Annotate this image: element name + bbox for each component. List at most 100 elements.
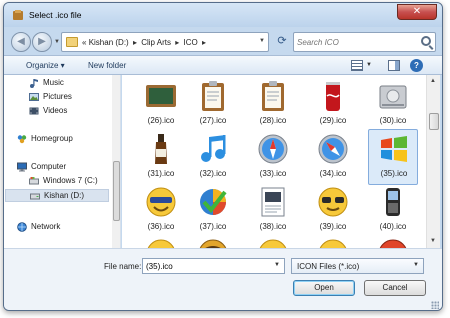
- forward-arrow-icon: ▶: [38, 36, 46, 47]
- app-icon: [13, 10, 23, 20]
- resize-grip-icon[interactable]: [431, 301, 439, 309]
- file-item[interactable]: [368, 235, 418, 248]
- help-icon[interactable]: ?: [410, 59, 423, 72]
- change-view-icon[interactable]: [351, 60, 363, 71]
- smiley-icon: [199, 239, 227, 248]
- filename-combobox[interactable]: ▼: [142, 258, 285, 274]
- chalkboard-icon: [146, 85, 176, 107]
- computer-icon: [17, 162, 27, 172]
- sidebar-item-label: Pictures: [43, 92, 72, 101]
- recent-pages-dropdown-icon[interactable]: ▼: [54, 39, 60, 45]
- file-item[interactable]: (34).ico: [308, 130, 358, 186]
- music-icon: [30, 79, 38, 88]
- file-item[interactable]: (28).ico: [248, 77, 298, 133]
- file-item[interactable]: (38).ico: [248, 183, 298, 239]
- search-icon[interactable]: [421, 36, 431, 46]
- drive-c-icon: [29, 177, 39, 185]
- sad-smiley-icon: [147, 239, 175, 248]
- breadcrumb-separator-icon[interactable]: ▸: [202, 38, 206, 47]
- organize-button[interactable]: Organize ▾: [26, 61, 65, 70]
- sad-smiley-icon: [259, 239, 287, 248]
- preview-pane-icon[interactable]: [388, 60, 400, 71]
- file-dialog-window: Select .ico file ✕ ◀ ▶ ▼ « Kishan (D:) ▸…: [3, 2, 443, 311]
- cancel-button[interactable]: Cancel: [364, 280, 426, 296]
- file-item[interactable]: [188, 235, 238, 248]
- search-box[interactable]: [293, 32, 436, 52]
- filetype-select[interactable]: ICON Files (*.ico) ▼: [291, 258, 424, 274]
- sidebar-item-label: Homegroup: [31, 134, 73, 143]
- file-list-scrollbar[interactable]: ▲ ▼: [426, 75, 440, 248]
- file-item[interactable]: (30).ico: [368, 77, 418, 133]
- filename-dropdown-icon[interactable]: ▼: [274, 262, 280, 268]
- file-item[interactable]: (39).ico: [308, 183, 358, 239]
- breadcrumb: « Kishan (D:) ▸ Clip Arts ▸ ICO ▸: [82, 38, 208, 47]
- sidebar-scroll-thumb[interactable]: [113, 161, 120, 221]
- file-item-selected[interactable]: (35).ico: [368, 129, 418, 185]
- view-dropdown-icon[interactable]: ▼: [366, 62, 372, 68]
- sidebar-item-pictures[interactable]: Pictures: [4, 91, 114, 104]
- file-list-scroll-thumb[interactable]: [429, 113, 439, 130]
- close-button[interactable]: ✕: [397, 4, 437, 20]
- back-button[interactable]: ◀: [11, 32, 31, 52]
- filetype-value: ICON Files (*.ico): [297, 262, 360, 271]
- sidebar-item-computer[interactable]: Computer: [4, 161, 114, 174]
- sidebar-item-homegroup[interactable]: Homegroup: [4, 133, 114, 146]
- file-item[interactable]: (32).ico: [188, 130, 238, 186]
- document-icon: [261, 187, 285, 217]
- sidebar-item-label: Windows 7 (C:): [43, 176, 98, 185]
- address-dropdown-icon[interactable]: ▼: [259, 38, 265, 44]
- file-name: (30).ico: [379, 116, 407, 125]
- file-item[interactable]: [136, 235, 186, 248]
- breadcrumb-item-clip-arts[interactable]: Clip Arts: [141, 38, 171, 47]
- breadcrumb-separator-icon[interactable]: ▸: [175, 38, 179, 47]
- file-item[interactable]: (36).ico: [136, 183, 186, 239]
- sidebar-item-kishan-d[interactable]: Kishan (D:): [5, 189, 109, 202]
- file-item[interactable]: (29).ico: [308, 77, 358, 133]
- forward-button[interactable]: ▶: [32, 32, 52, 52]
- sidebar-item-windows-7[interactable]: Windows 7 (C:): [4, 175, 114, 188]
- refresh-icon[interactable]: ⟳: [274, 34, 290, 50]
- file-item[interactable]: [308, 235, 358, 248]
- sidebar-item-label: Videos: [43, 106, 68, 115]
- search-input[interactable]: [297, 35, 417, 49]
- breadcrumb-item-drive[interactable]: Kishan (D:): [89, 38, 129, 47]
- file-name: (28).ico: [259, 116, 287, 125]
- open-button[interactable]: Open: [293, 280, 355, 296]
- sidebar-item-network[interactable]: Network: [4, 221, 114, 234]
- sidebar-item-music[interactable]: Music: [4, 77, 114, 90]
- file-name: (29).ico: [319, 116, 347, 125]
- filename-input[interactable]: [143, 259, 263, 273]
- file-name: (37).ico: [199, 222, 227, 231]
- filename-label: File name:: [104, 262, 142, 271]
- homegroup-icon: [17, 135, 27, 144]
- file-item[interactable]: (31).ico: [136, 130, 186, 186]
- breadcrumb-item-ico[interactable]: ICO: [183, 38, 197, 47]
- file-item[interactable]: (37).ico: [188, 183, 238, 239]
- new-folder-button[interactable]: New folder: [88, 61, 126, 70]
- sunglasses-smiley-icon: [318, 187, 348, 217]
- safari-compass-icon: [318, 134, 348, 164]
- sidebar-item-label: Music: [43, 78, 64, 87]
- file-item[interactable]: (26).ico: [136, 77, 186, 133]
- clipboard-icon: [262, 81, 284, 111]
- file-item[interactable]: (27).ico: [188, 77, 238, 133]
- file-item[interactable]: [248, 235, 298, 248]
- folder-icon: [66, 37, 78, 47]
- scroll-down-arrow-icon[interactable]: ▼: [430, 238, 436, 244]
- command-toolbar: Organize ▾ New folder ▼ ?: [4, 55, 442, 75]
- sidebar-item-label: Network: [31, 222, 61, 231]
- file-name: (32).ico: [199, 169, 227, 178]
- sidebar-scrollbar[interactable]: [112, 75, 120, 248]
- breadcrumb-overflow[interactable]: «: [82, 38, 86, 47]
- title-bar[interactable]: Select .ico file ✕: [4, 3, 442, 27]
- file-name: (31).ico: [147, 169, 175, 178]
- filetype-dropdown-icon[interactable]: ▼: [413, 262, 419, 268]
- breadcrumb-separator-icon[interactable]: ▸: [133, 38, 137, 47]
- file-item[interactable]: (40).ico: [368, 183, 418, 239]
- sidebar-item-videos[interactable]: Videos: [4, 105, 114, 118]
- address-bar[interactable]: « Kishan (D:) ▸ Clip Arts ▸ ICO ▸ ▼: [61, 32, 269, 52]
- scroll-up-arrow-icon[interactable]: ▲: [430, 78, 436, 84]
- file-name: (34).ico: [319, 169, 347, 178]
- file-item[interactable]: (33).ico: [248, 130, 298, 186]
- angry-smiley-icon: [379, 239, 407, 248]
